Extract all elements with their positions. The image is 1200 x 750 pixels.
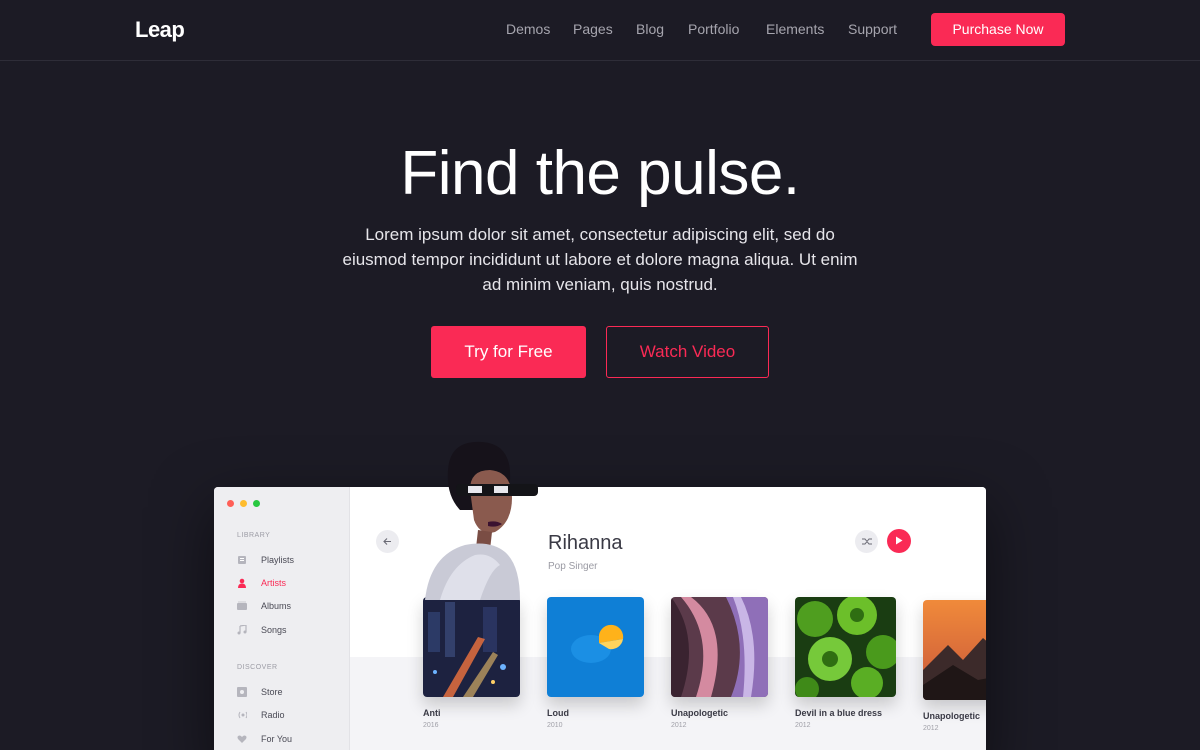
album-card[interactable]: Anti 2016: [423, 597, 520, 729]
sidebar-item-playlists[interactable]: Playlists: [237, 552, 294, 568]
app-window-mockup: LIBRARY Playlists Artists Albums Songs D…: [214, 487, 986, 750]
nav-support[interactable]: Support: [848, 21, 897, 37]
album-icon: [237, 601, 247, 611]
sidebar-item-label: Artists: [261, 578, 287, 588]
sidebar-item-albums[interactable]: Albums: [237, 598, 291, 614]
album-card[interactable]: Loud 2010: [547, 597, 644, 729]
album-card[interactable]: Devil in a blue dress 2012: [795, 597, 896, 729]
app-sidebar: LIBRARY Playlists Artists Albums Songs D…: [214, 487, 350, 750]
nav-elements[interactable]: Elements: [766, 21, 824, 37]
artist-name: Rihanna: [548, 532, 623, 554]
artist-subtitle: Pop Singer: [548, 561, 598, 572]
sidebar-item-for-you[interactable]: For You: [237, 731, 292, 747]
sidebar-item-label: Songs: [261, 625, 287, 635]
hero-description: Lorem ipsum dolor sit amet, consectetur …: [342, 225, 858, 294]
try-for-free-button[interactable]: Try for Free: [431, 326, 586, 378]
sidebar-item-label: Albums: [261, 601, 292, 611]
music-note-icon: [237, 625, 247, 635]
sidebar-item-label: Store: [261, 687, 283, 697]
album-art-loud: [547, 597, 644, 697]
play-icon: [895, 532, 903, 550]
album-art-anti: [423, 597, 520, 697]
shuffle-button[interactable]: [855, 530, 878, 553]
playlist-icon: [237, 555, 247, 565]
sidebar-item-songs[interactable]: Songs: [237, 622, 287, 638]
artist-photo: [420, 440, 550, 600]
album-title: Devil in a blue dress: [795, 708, 883, 718]
heart-icon: [237, 734, 247, 744]
album-title: Loud: [547, 708, 569, 718]
purchase-now-button[interactable]: Purchase Now: [931, 13, 1065, 46]
album-year: 2012: [923, 725, 939, 732]
sidebar-item-artists[interactable]: Artists: [237, 575, 286, 591]
store-icon: [237, 687, 247, 697]
hero-title: Find the pulse.: [400, 139, 800, 208]
sidebar-item-label: Radio: [261, 710, 285, 720]
top-nav: Leap Demos Pages Blog Portfolio Elements…: [0, 0, 1200, 61]
album-title: Unapologetic: [923, 711, 981, 721]
nav-demos[interactable]: Demos: [506, 21, 550, 37]
album-year: 2012: [795, 722, 811, 729]
album-title: Anti: [423, 708, 441, 718]
album-year: 2012: [671, 722, 687, 729]
library-heading: LIBRARY: [237, 532, 271, 539]
sidebar-item-radio[interactable]: Radio: [237, 707, 285, 723]
album-art-unapologetic-2: [923, 600, 986, 700]
window-close-dot[interactable]: [227, 500, 234, 507]
nav-pages[interactable]: Pages: [573, 21, 613, 37]
arrow-left-icon: [383, 533, 392, 551]
brand-logo[interactable]: Leap: [135, 17, 185, 43]
back-button[interactable]: [376, 530, 399, 553]
album-year: 2010: [547, 722, 563, 729]
nav-portfolio[interactable]: Portfolio: [688, 21, 739, 37]
person-icon: [237, 578, 247, 588]
sidebar-item-label: Playlists: [261, 555, 295, 565]
shuffle-icon: [861, 533, 872, 551]
sidebar-item-store[interactable]: Store: [237, 684, 283, 700]
discover-heading: DISCOVER: [237, 664, 278, 671]
play-button[interactable]: [887, 529, 911, 553]
album-art-devil-in-a-blue-dress: [795, 597, 896, 697]
album-year: 2016: [423, 722, 439, 729]
sidebar-item-label: For You: [261, 734, 293, 744]
album-card[interactable]: Unapologetic 2012: [671, 597, 768, 729]
watch-video-button[interactable]: Watch Video: [606, 326, 769, 378]
album-card[interactable]: Unapologetic 2012: [923, 600, 986, 732]
album-art-unapologetic: [671, 597, 768, 697]
window-maximize-dot[interactable]: [253, 500, 260, 507]
radio-icon: [237, 710, 247, 720]
nav-blog[interactable]: Blog: [636, 21, 664, 37]
window-minimize-dot[interactable]: [240, 500, 247, 507]
album-title: Unapologetic: [671, 708, 729, 718]
